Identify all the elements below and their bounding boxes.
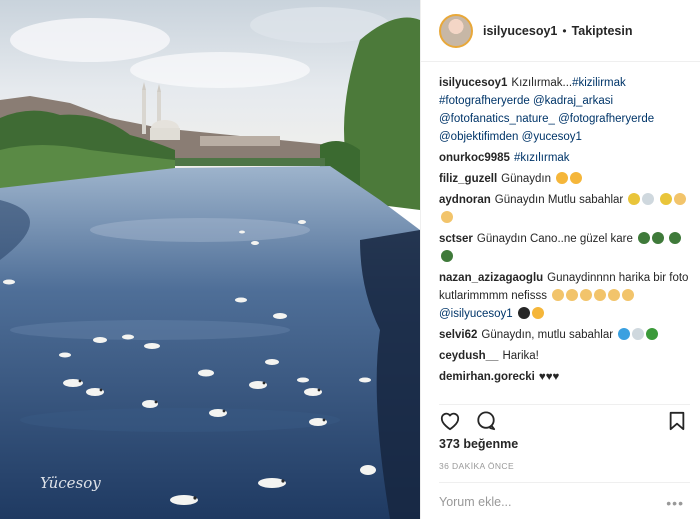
avatar[interactable] bbox=[439, 13, 473, 48]
sunglasses-emoji-icon bbox=[652, 232, 665, 244]
flower-emoji-icon bbox=[628, 193, 641, 205]
comment-hashtag[interactable]: #kızılırmak bbox=[514, 152, 570, 164]
comment-item: aydnoran Günaydın Mutlu sabahlar bbox=[439, 191, 690, 227]
comment-mention[interactable]: @objektifimden bbox=[439, 131, 518, 143]
comment-item: sctser Günaydın Cano..ne güzel kare bbox=[439, 230, 690, 266]
comment-item: demirhan.gorecki ♥♥♥ bbox=[439, 368, 690, 386]
comment-item: onurkoc9985 #kızılırmak bbox=[439, 149, 690, 167]
sunglasses-emoji-icon bbox=[638, 232, 651, 244]
river-photo-image bbox=[0, 0, 420, 519]
photo-watermark: Yücesoy bbox=[40, 474, 101, 492]
hand-emoji-icon bbox=[608, 289, 621, 301]
comment-username[interactable]: onurkoc9985 bbox=[439, 152, 510, 164]
comment-mention[interactable]: @kadraj_arkasi bbox=[533, 95, 613, 107]
following-button[interactable]: Takiptesin bbox=[572, 24, 633, 38]
header-username[interactable]: isilyucesoy1 bbox=[483, 24, 557, 38]
comment-username[interactable]: isilyucesoy1 bbox=[439, 77, 507, 89]
comment-item: ceydush__ Harika! bbox=[439, 347, 690, 365]
add-comment-input[interactable] bbox=[439, 495, 669, 509]
comment-username[interactable]: nazan_azizagaoglu bbox=[439, 272, 543, 284]
clap-emoji-icon bbox=[552, 289, 565, 301]
comment-mention[interactable]: @yucesoy1 bbox=[522, 131, 582, 143]
post-header: isilyucesoy1 • Takiptesin bbox=[421, 0, 700, 62]
action-bar bbox=[439, 404, 690, 434]
heart-icon[interactable] bbox=[439, 411, 461, 436]
comment-mention[interactable]: @isilyucesoy1 bbox=[439, 308, 513, 320]
add-comment-area: ••• bbox=[439, 482, 690, 519]
hand-emoji-icon bbox=[622, 289, 635, 301]
heart-emoji-icon bbox=[517, 307, 530, 319]
likes-count[interactable]: 373 beğenme bbox=[439, 437, 518, 451]
bookmark-icon[interactable] bbox=[668, 411, 686, 436]
comment-text: Günaydın bbox=[501, 173, 552, 185]
comment-username[interactable]: aydnoran bbox=[439, 194, 491, 206]
comment-text: Kızılırmak... bbox=[511, 77, 573, 89]
clap-emoji-icon bbox=[566, 289, 579, 301]
comment-item: selvi62 Günaydın, mutlu sabahlar bbox=[439, 326, 690, 344]
comment-username[interactable]: ceydush__ bbox=[439, 350, 498, 362]
comment-username[interactable]: filiz_guzell bbox=[439, 173, 497, 185]
post-photo[interactable]: Yücesoy bbox=[0, 0, 420, 519]
comment-icon[interactable] bbox=[475, 411, 497, 436]
heart-eyes-emoji-icon bbox=[556, 172, 569, 184]
more-options-button[interactable]: ••• bbox=[666, 495, 684, 511]
coffee-emoji-icon bbox=[632, 328, 645, 340]
blue-heart-emoji-icon bbox=[618, 328, 631, 340]
thumbs-up-emoji-icon bbox=[594, 289, 607, 301]
comment-mention[interactable]: @fotofanatics_nature_ bbox=[439, 113, 555, 125]
comment-item: isilyucesoy1 Kızılırmak...#kizilirmak #fo… bbox=[439, 74, 690, 146]
comment-text: ♥♥♥ bbox=[538, 371, 560, 383]
thumbs-up-emoji-icon bbox=[580, 289, 593, 301]
comment-item: filiz_guzell Günaydın bbox=[439, 170, 690, 188]
comments-list: isilyucesoy1 Kızılırmak...#kizilirmak #fo… bbox=[439, 74, 690, 396]
coffee-emoji-icon bbox=[642, 193, 655, 205]
comment-mention[interactable]: @fotografheryerde bbox=[558, 113, 654, 125]
comment-text: Günaydın, mutlu sabahlar bbox=[481, 329, 614, 341]
sunglasses-emoji-icon bbox=[441, 250, 453, 262]
smile-emoji-icon bbox=[570, 172, 583, 184]
header-separator: • bbox=[562, 23, 567, 38]
comment-username[interactable]: demirhan.gorecki bbox=[439, 371, 535, 383]
comment-hashtag[interactable]: #fotografheryerde bbox=[439, 95, 530, 107]
comment-username[interactable]: selvi62 bbox=[439, 329, 477, 341]
comment-username[interactable]: sctser bbox=[439, 233, 473, 245]
sunglasses-emoji-icon bbox=[669, 232, 682, 244]
comment-item: nazan_azizagaoglu Gunaydinnnn harika bir … bbox=[439, 269, 690, 323]
flower-emoji-icon bbox=[659, 193, 672, 205]
comment-text: Günaydın Mutlu sabahlar bbox=[494, 194, 624, 206]
clover-emoji-icon bbox=[646, 328, 659, 340]
smile-emoji-icon bbox=[531, 307, 544, 319]
hand-emoji-icon bbox=[673, 193, 686, 205]
comment-hashtag[interactable]: #kizilirmak bbox=[572, 77, 626, 89]
post-modal: Yücesoy isilyucesoy1 • Takiptesin isilyu… bbox=[0, 0, 700, 519]
comments-panel: isilyucesoy1 • Takiptesin isilyucesoy1 Kı… bbox=[420, 0, 700, 519]
comment-text: Harika! bbox=[502, 350, 539, 362]
hand-emoji-icon bbox=[441, 211, 453, 223]
post-timestamp: 36 DAKİKA ÖNCE bbox=[439, 461, 515, 471]
comment-text: Günaydın Cano..ne güzel kare bbox=[476, 233, 633, 245]
